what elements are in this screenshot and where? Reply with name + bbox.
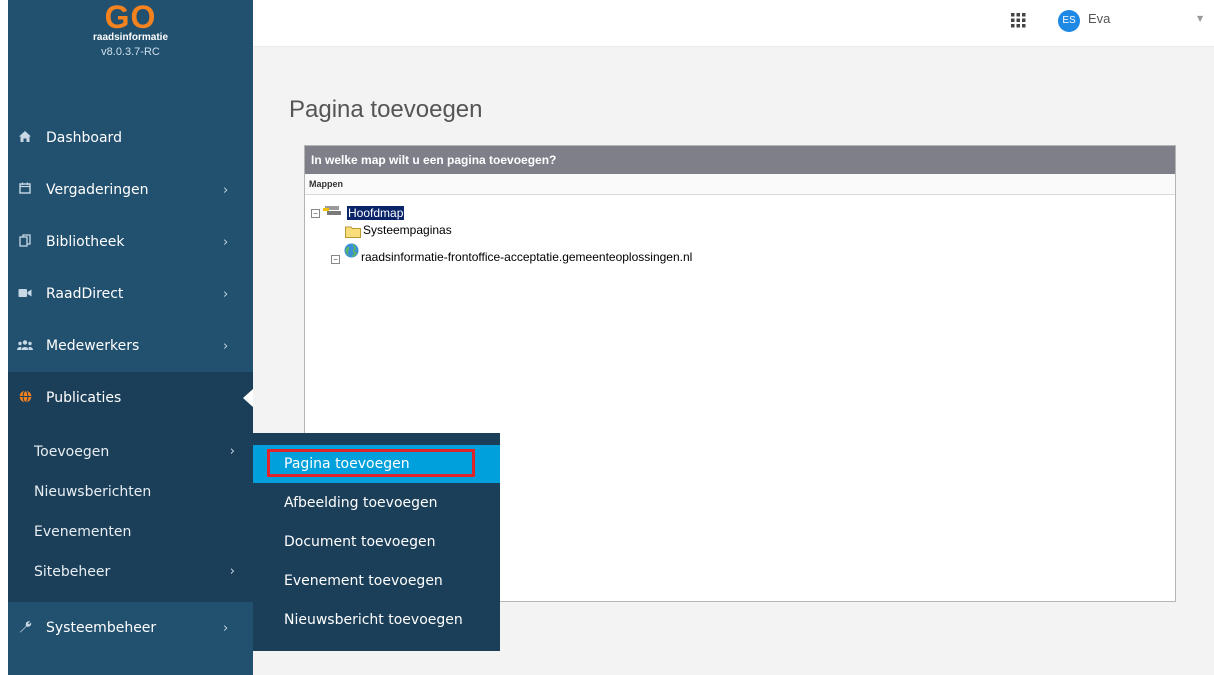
submenu-item-label: Toevoegen [34, 444, 110, 460]
server-icon [323, 204, 343, 220]
copy-icon [12, 233, 38, 251]
video-camera-icon [12, 287, 38, 302]
collapse-toggle-icon[interactable]: − [331, 255, 340, 264]
tree-node-site[interactable]: raadsinformatie-frontoffice-acceptatie.g… [361, 250, 692, 264]
logo-brand: GO [104, 0, 157, 35]
sidebar-item-dashboard[interactable]: Dashboard [8, 112, 253, 164]
menu-item-evenement-toevoegen[interactable]: Evenement toevoegen [253, 562, 500, 600]
tree-node-hoofdmap[interactable]: Hoofdmap [347, 206, 405, 220]
sidebar-item-label: Vergaderingen [46, 182, 149, 198]
submenu-item-nieuwsberichten[interactable]: Nieuwsberichten [34, 484, 151, 504]
users-icon [12, 339, 38, 354]
sidebar-item-raaddirect[interactable]: RaadDirect › [8, 268, 253, 320]
sidebar: GO raadsinformatie v8.0.3.7-RC Dashboard… [8, 0, 253, 675]
submenu-item-label: Evenementen [34, 524, 132, 540]
sidebar-item-label: RaadDirect [46, 286, 124, 302]
chevron-right-icon: › [229, 444, 235, 459]
tree-node-systeempaginas[interactable]: Systeempaginas [363, 223, 452, 237]
submenu-item-toevoegen[interactable]: Toevoegen › [34, 444, 253, 464]
collapse-toggle-icon[interactable]: − [311, 209, 320, 218]
home-icon [12, 130, 38, 147]
folder-icon [345, 225, 361, 241]
menu-item-afbeelding-toevoegen[interactable]: Afbeelding toevoegen [253, 484, 500, 522]
sidebar-item-label: Systeembeheer [46, 620, 157, 636]
menu-item-nieuwsbericht-toevoegen[interactable]: Nieuwsbericht toevoegen [253, 601, 500, 639]
sidebar-item-label: Bibliotheek [46, 234, 125, 250]
sidebar-item-systeembeheer[interactable]: Systeembeheer › [8, 602, 253, 654]
user-name[interactable]: Eva [1088, 11, 1110, 26]
avatar[interactable]: ES [1058, 10, 1080, 32]
grid-icon[interactable] [1011, 13, 1026, 28]
sidebar-item-label: Dashboard [46, 130, 122, 146]
caret-down-icon[interactable]: ▼ [1197, 14, 1203, 23]
panel-header: In welke map wilt u een pagina toevoegen… [305, 146, 1175, 174]
chevron-right-icon: › [223, 182, 229, 198]
menu-item-document-toevoegen[interactable]: Document toevoegen [253, 523, 500, 561]
chevron-right-icon: › [223, 234, 229, 250]
sidebar-item-vergaderingen[interactable]: Vergaderingen › [8, 164, 253, 216]
publicaties-submenu: Toevoegen › Nieuwsberichten Evenementen … [8, 424, 253, 602]
version-label: v8.0.3.7-RC [101, 46, 160, 58]
submenu-item-sitebeheer[interactable]: Sitebeheer › [34, 564, 253, 584]
logo-subtitle: raadsinformatie [92, 32, 169, 43]
sidebar-item-label: Medewerkers [46, 338, 140, 354]
sidebar-item-label: Publicaties [46, 390, 122, 406]
page-title: Pagina toevoegen [289, 96, 483, 123]
wrench-icon [12, 620, 38, 637]
calendar-icon [12, 182, 38, 198]
submenu-item-evenementen[interactable]: Evenementen [34, 524, 131, 544]
column-header: Mappen [305, 174, 1175, 195]
submenu-item-label: Nieuwsberichten [34, 484, 152, 500]
globe-icon [12, 389, 38, 407]
sidebar-item-bibliotheek[interactable]: Bibliotheek › [8, 216, 253, 268]
sidebar-item-medewerkers[interactable]: Medewerkers › [8, 320, 253, 372]
chevron-right-icon: › [223, 620, 229, 636]
submenu-item-label: Sitebeheer [34, 564, 111, 580]
active-indicator [243, 389, 253, 407]
highlight-box [267, 449, 475, 477]
chevron-right-icon: › [223, 286, 229, 302]
sidebar-item-publicaties[interactable]: Publicaties [8, 372, 253, 424]
globe-icon [344, 243, 359, 261]
chevron-right-icon: › [229, 564, 235, 579]
chevron-right-icon: › [223, 338, 229, 354]
logo[interactable]: GO raadsinformatie v8.0.3.7-RC [8, 0, 253, 60]
